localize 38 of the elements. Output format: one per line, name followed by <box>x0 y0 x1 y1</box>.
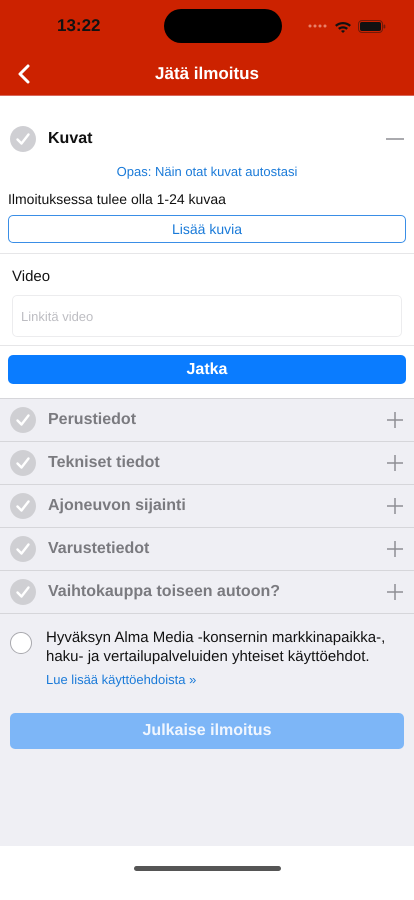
wifi-icon <box>334 20 352 32</box>
section-title: Varustetiedot <box>48 540 150 558</box>
check-icon <box>10 450 36 476</box>
expand-icon <box>386 583 404 601</box>
check-icon <box>10 536 36 562</box>
screen-title: Jätä ilmoitus <box>154 64 260 84</box>
terms-checkbox[interactable] <box>10 632 32 654</box>
expand-icon <box>386 454 404 472</box>
section-header[interactable]: Ajoneuvon sijainti <box>0 485 414 527</box>
section-header[interactable]: Tekniset tiedot <box>0 442 414 484</box>
section-header[interactable]: Varustetiedot <box>0 528 414 570</box>
expand-icon <box>386 540 404 558</box>
check-icon <box>10 126 36 152</box>
expand-icon <box>386 497 404 515</box>
section-title: Vaihtokauppa toiseen autoon? <box>48 583 282 601</box>
guide-link[interactable]: Opas: Näin otat kuvat autostasi <box>116 164 298 179</box>
check-icon <box>10 579 36 605</box>
signal-icon <box>308 23 328 29</box>
video-label: Video <box>12 268 52 285</box>
section-header[interactable]: Kuvat <box>0 118 414 160</box>
section-title: Perustiedot <box>48 411 138 429</box>
status-time: 13:22 <box>57 16 102 36</box>
continue-button[interactable]: Jatka <box>8 355 406 384</box>
check-icon <box>10 493 36 519</box>
check-icon <box>10 407 36 433</box>
section-header[interactable]: Perustiedot <box>0 399 414 441</box>
terms-text: Hyväksyn Alma Media -konsernin markkinapaikka-, haku- ja vertailupalveluiden yhteiset käyttöehdot. <box>46 628 386 666</box>
battery-icon <box>358 20 386 32</box>
terms-link[interactable]: Lue lisää käyttöehdoista » <box>46 672 402 687</box>
back-icon <box>18 64 30 84</box>
section-title: Kuvat <box>48 130 94 148</box>
photo-count-hint: Ilmoituksessa tulee olla 1-24 kuvaa <box>8 191 227 207</box>
section-title: Ajoneuvon sijainti <box>48 497 187 515</box>
section-header[interactable]: Vaihtokauppa toiseen autoon? <box>0 571 414 613</box>
video-link-field[interactable]: Linkitä video <box>12 295 402 337</box>
section-title: Tekniset tiedot <box>48 454 161 472</box>
expand-icon <box>386 411 404 429</box>
add-photos-button[interactable]: Lisää kuvia <box>8 215 406 243</box>
